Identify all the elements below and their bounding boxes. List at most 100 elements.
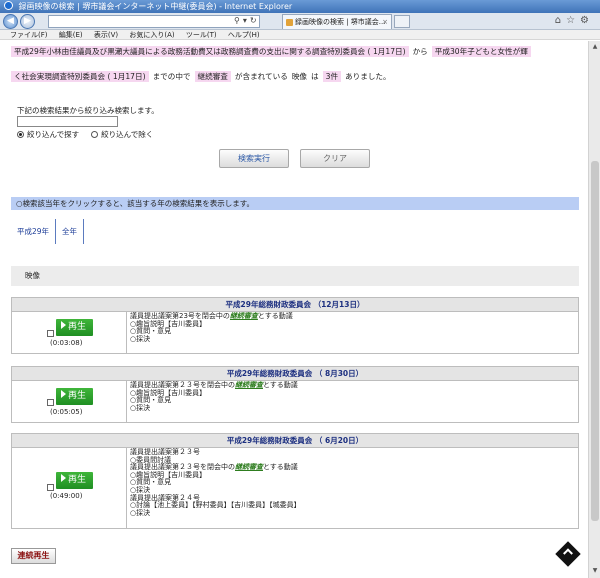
refresh-icon[interactable]: ↻ xyxy=(250,16,260,25)
tab-h29[interactable]: 平成29年 xyxy=(11,219,57,244)
agenda-item: ○趣旨説明【吉川委員】 xyxy=(130,319,207,328)
search-button[interactable]: 検索実行 xyxy=(219,149,289,168)
session-controls: 再生 (0:03:08) xyxy=(12,312,127,353)
session-details: 議員提出議案第２３号を閉会中の継続審査とする動議 ○趣旨説明【吉川委員】 ○質問… xyxy=(127,381,578,422)
menu-edit[interactable]: 編集(E) xyxy=(59,31,83,39)
menu-help[interactable]: ヘルプ(H) xyxy=(228,31,260,39)
play-label: 再生 xyxy=(68,322,87,332)
scrollbar-thumb[interactable] xyxy=(591,161,599,521)
play-icon xyxy=(61,321,66,329)
agenda-item: ○質問・意見 xyxy=(130,396,172,405)
agenda-item: 議員提出議案第２３号 xyxy=(130,448,200,456)
agenda-item: ○採決 xyxy=(130,334,151,343)
window-titlebar: 録画映像の検索 | 堺市議会インターネット中継(委員会) - Internet … xyxy=(0,0,600,13)
favicon-icon xyxy=(286,19,293,26)
play-label: 再生 xyxy=(68,475,87,485)
committee-end-part2: く社会実現調査特別委員会 ( 1月17日) xyxy=(11,71,149,82)
tab-title: 録画映像の検索 | 堺市議会... xyxy=(295,18,386,26)
filter-label: 下記の検索結果から絞り込み検索します。 xyxy=(17,106,159,115)
summary-from: から xyxy=(412,47,428,56)
play-icon xyxy=(61,474,66,482)
summary-is: は xyxy=(311,72,319,81)
session-card: 平成29年総務財政委員会 （12月13日） 再生 (0:03:08) 議員提出議… xyxy=(11,297,579,354)
radio-exclude-label: 絞り込んで除く xyxy=(101,130,154,139)
menu-view[interactable]: 表示(V) xyxy=(94,31,118,39)
select-checkbox[interactable] xyxy=(47,330,54,337)
summary-until: までの中で xyxy=(152,72,191,81)
forward-button[interactable]: ▶ xyxy=(20,14,35,29)
play-button[interactable]: 再生 xyxy=(56,472,93,489)
play-label: 再生 xyxy=(68,391,87,401)
scroll-up-icon[interactable]: ▲ xyxy=(591,43,599,51)
keyword-link[interactable]: 継続審査 xyxy=(235,463,263,471)
select-checkbox[interactable] xyxy=(47,399,54,406)
keyword-badge: 継続審査 xyxy=(194,71,231,82)
filter-mode-options: 絞り込んで探す 絞り込んで除く xyxy=(17,129,153,140)
settings-gear-icon[interactable]: ⚙ xyxy=(580,15,594,26)
menu-tools[interactable]: ツール(T) xyxy=(186,31,217,39)
keyword-link[interactable]: 継続審査 xyxy=(235,381,263,389)
dropdown-icon[interactable]: ▾ xyxy=(243,16,250,25)
menu-bar: ファイル(F) 編集(E) 表示(V) お気に入り(A) ツール(T) ヘルプ(… xyxy=(0,30,600,40)
new-tab-button[interactable] xyxy=(394,15,410,28)
continuous-play-button[interactable]: 連続再生 xyxy=(11,548,56,564)
radio-include[interactable]: 絞り込んで探す xyxy=(17,129,79,140)
agenda-item: ○討論【池上委員】【野村委員】【吉川委員】【城委員】 xyxy=(130,501,301,510)
section-video-label: 映像 xyxy=(11,266,579,286)
agenda-item: ○採決 xyxy=(130,403,151,412)
agenda-text: とする動議 xyxy=(257,312,293,320)
scroll-down-icon[interactable]: ▼ xyxy=(591,567,599,575)
back-button[interactable]: ◀ xyxy=(3,14,18,29)
address-icons: ⚲▾↻ xyxy=(234,16,260,25)
session-card: 平成29年総務財政委員会 （ 6月20日） 再生 (0:49:00) 議員提出議… xyxy=(11,433,579,529)
agenda-text: 議員提出議案第２３号を閉会中の xyxy=(130,463,235,472)
summary-included: が含まれている xyxy=(234,72,288,81)
search-summary-line2: く社会実現調査特別委員会 ( 1月17日) までの中で 継続審査 が含まれている 映像は… xyxy=(11,70,576,84)
agenda-text: とする動議 xyxy=(263,463,298,472)
tab-all-years[interactable]: 全年 xyxy=(56,219,85,244)
agenda-text: 議員提出議案第23号を閉会中の xyxy=(130,312,230,320)
committee-start: 平成29年小林由佳議員及び黒瀬大議員による政務活動費又は政務調査費の支出に関する… xyxy=(11,46,409,57)
filter-input[interactable] xyxy=(17,116,118,127)
radio-exclude[interactable]: 絞り込んで除く xyxy=(91,129,153,140)
page-scrollbar[interactable]: ▲ ▼ xyxy=(588,41,600,578)
session-title[interactable]: 平成29年総務財政委員会 （12月13日） xyxy=(12,298,578,312)
ie-logo-icon xyxy=(4,1,13,10)
play-button[interactable]: 再生 xyxy=(56,388,93,405)
committee-end-part1: 平成30年子どもと女性が輝 xyxy=(431,46,531,57)
agenda-item: ○趣旨説明【吉川委員】 xyxy=(130,470,207,479)
session-card: 平成29年総務財政委員会 （ 8月30日） 再生 (0:05:05) 議員提出議… xyxy=(11,366,579,423)
select-checkbox[interactable] xyxy=(47,484,54,491)
address-toolbar: ◀ ▶ ⚲▾↻ 録画映像の検索 | 堺市議会... × ⌂☆⚙ xyxy=(0,13,600,30)
menu-favorites[interactable]: お気に入り(A) xyxy=(129,31,174,39)
keyword-link[interactable]: 継続審査 xyxy=(230,312,258,320)
session-title[interactable]: 平成29年総務財政委員会 （ 6月20日） xyxy=(12,434,578,448)
menu-file[interactable]: ファイル(F) xyxy=(10,31,48,39)
agenda-text: 議員提出議案第２３号を閉会中の xyxy=(130,381,235,389)
address-input[interactable] xyxy=(48,15,260,28)
page-viewport: 平成29年小林由佳議員及び黒瀬大議員による政務活動費又は政務調査費の支出に関する… xyxy=(0,41,588,578)
summary-media: 映像 xyxy=(291,72,308,81)
browser-tab[interactable]: 録画映像の検索 | 堺市議会... × xyxy=(282,14,392,29)
session-details: 議員提出議案第２３号 ○委員間討議 議員提出議案第２３号を閉会中の継続審査とする… xyxy=(127,448,578,528)
close-tab-icon[interactable]: × xyxy=(382,15,388,29)
session-controls: 再生 (0:49:00) xyxy=(12,448,127,528)
session-title[interactable]: 平成29年総務財政委員会 （ 8月30日） xyxy=(12,367,578,381)
year-tabs: 平成29年 全年 xyxy=(11,219,85,244)
session-details: 議員提出議案第23号を閉会中の継続審査とする動議 ○趣旨説明【吉川委員】 ○質問… xyxy=(127,312,578,353)
scroll-to-top-icon[interactable] xyxy=(555,541,581,567)
play-icon xyxy=(61,390,66,398)
clear-button[interactable]: クリア xyxy=(300,149,370,168)
radio-include-dot[interactable] xyxy=(17,131,24,138)
search-summary-line1: 平成29年小林由佳議員及び黒瀬大議員による政務活動費又は政務調査費の支出に関する… xyxy=(11,45,576,59)
search-icon[interactable]: ⚲ xyxy=(234,16,243,25)
play-button[interactable]: 再生 xyxy=(56,319,93,336)
year-notice: ○検索該当年をクリックすると、該当する年の検索結果を表示します。 xyxy=(11,197,579,210)
agenda-item: ○採決 xyxy=(130,508,151,517)
home-icon[interactable]: ⌂ xyxy=(555,15,566,26)
result-count: 3件 xyxy=(322,71,342,82)
favorites-star-icon[interactable]: ☆ xyxy=(566,15,580,26)
agenda-item: ○趣旨説明【吉川委員】 xyxy=(130,388,207,397)
duration: (0:03:08) xyxy=(50,339,83,347)
radio-exclude-dot[interactable] xyxy=(91,131,99,138)
